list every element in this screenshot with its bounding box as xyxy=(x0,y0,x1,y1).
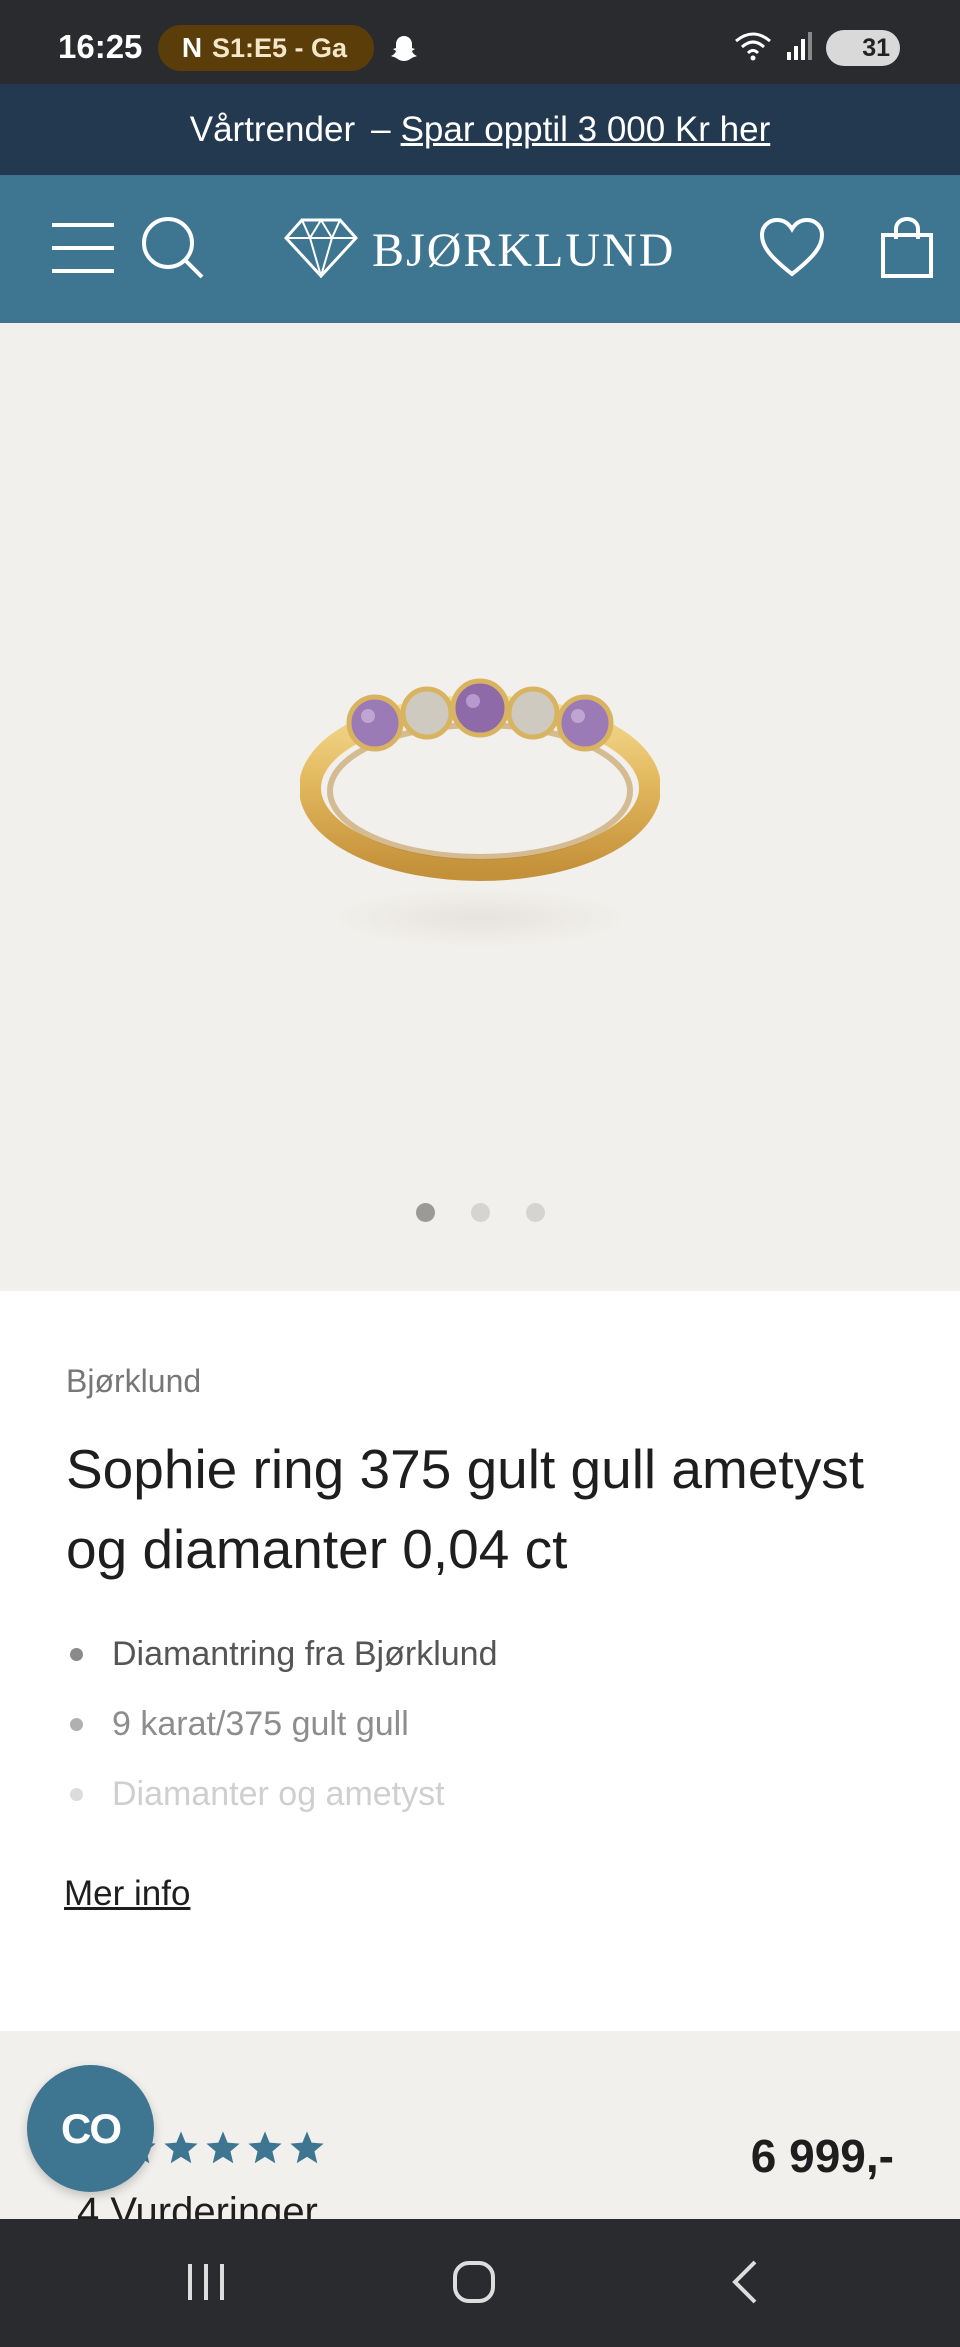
menu-icon xyxy=(52,219,114,282)
recent-apps-icon xyxy=(184,2260,228,2309)
brand-logo[interactable]: BJØRKLUND xyxy=(283,218,676,283)
search-button[interactable] xyxy=(138,215,208,285)
status-bar: 16:25 N S1:E5 - Ga 31 xyxy=(0,0,960,84)
home-icon xyxy=(451,2259,497,2310)
product-image xyxy=(299,663,661,968)
media-pill-text: S1:E5 - Ga xyxy=(212,32,348,63)
list-item: Diamantring fra Bjørklund xyxy=(66,1631,497,1701)
star-icon xyxy=(164,2131,198,2164)
status-time: 16:25 xyxy=(58,28,143,65)
back-button[interactable] xyxy=(705,2249,785,2319)
heart-icon xyxy=(759,217,825,283)
cart-button[interactable] xyxy=(872,215,942,285)
product-info: Bjørklund Sophie ring 375 gult gull amet… xyxy=(0,1291,960,2031)
product-brand[interactable]: Bjørklund xyxy=(66,1363,201,1400)
list-item: Diamanter og ametyst xyxy=(66,1771,497,1841)
gallery-dot[interactable] xyxy=(470,1203,490,1222)
snapchat-icon xyxy=(388,33,420,70)
gallery-dot[interactable] xyxy=(525,1203,545,1222)
back-icon xyxy=(727,2258,763,2311)
promo-separator: – xyxy=(371,109,391,149)
media-pill[interactable]: N S1:E5 - Ga xyxy=(158,25,374,71)
product-title: Sophie ring 375 gult gull ametyst og dia… xyxy=(66,1438,864,1580)
battery-indicator: 31 xyxy=(826,30,900,66)
wifi-icon xyxy=(734,31,772,66)
netflix-icon: N xyxy=(181,32,203,63)
product-gallery[interactable] xyxy=(0,323,960,1291)
menu-button[interactable] xyxy=(48,215,118,285)
chat-icon: CO xyxy=(61,2104,122,2152)
star-icon xyxy=(290,2131,324,2164)
home-button[interactable] xyxy=(434,2249,514,2319)
promo-banner: Vårtrender – Spar opptil 3 000 Kr her xyxy=(0,84,960,175)
more-info-link[interactable]: Mer info xyxy=(64,1874,190,1914)
chat-button[interactable]: CO xyxy=(27,2065,154,2192)
review-count[interactable]: 4 Vurderinger xyxy=(77,2190,318,2219)
gallery-pagination xyxy=(0,1203,960,1222)
recent-apps-button[interactable] xyxy=(166,2249,246,2319)
diamond-logo-icon xyxy=(283,218,359,283)
site-header: BJØRKLUND xyxy=(0,175,960,323)
shopping-bag-icon xyxy=(880,216,934,284)
search-icon xyxy=(140,215,206,286)
star-icon xyxy=(248,2131,282,2164)
wishlist-button[interactable] xyxy=(757,215,827,285)
product-price: 6 999,- xyxy=(750,2130,894,2182)
feature-list: Diamantring fra Bjørklund 9 karat/375 gu… xyxy=(66,1631,497,1841)
gallery-dot[interactable] xyxy=(415,1203,435,1222)
system-nav-bar xyxy=(0,2219,960,2347)
list-item: 9 karat/375 gult gull xyxy=(66,1701,497,1771)
promo-link[interactable]: Spar opptil 3 000 Kr her xyxy=(401,110,771,150)
promo-text: Vårtrender xyxy=(189,109,356,149)
brand-name: BJØRKLUND xyxy=(372,224,676,277)
star-icon xyxy=(206,2131,240,2164)
signal-icon xyxy=(786,31,812,65)
